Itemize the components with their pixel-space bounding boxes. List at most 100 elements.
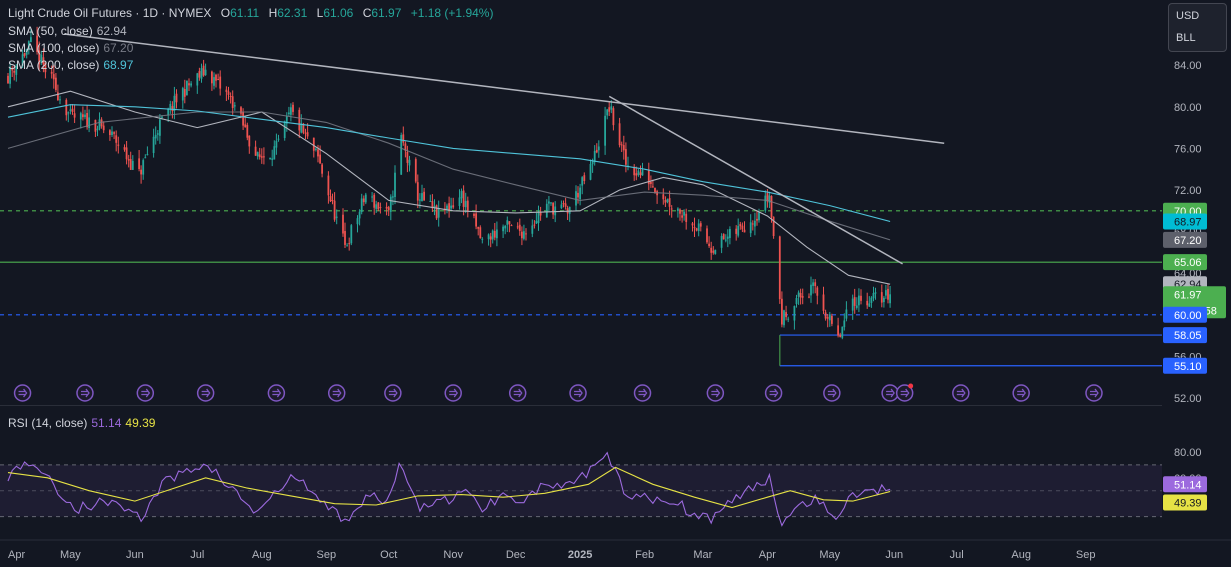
candle-body (458, 197, 461, 206)
event-marker[interactable] (444, 384, 462, 402)
candle-body (416, 182, 419, 201)
candle-body (277, 138, 280, 140)
event-marker[interactable] (823, 384, 841, 402)
price-label-58.05: 58.05 (1174, 330, 1202, 342)
event-marker[interactable] (764, 384, 783, 402)
event-marker[interactable] (1012, 384, 1030, 402)
time-axis-label: Aug (1011, 549, 1031, 561)
candle-body (231, 96, 234, 108)
candle-body (839, 334, 842, 337)
event-marker[interactable] (508, 384, 527, 402)
rsi-label: RSI (14, close) (8, 416, 88, 430)
legend-sma50[interactable]: SMA (50, close) 62.94 (8, 24, 127, 38)
candle-body (785, 312, 787, 318)
candle-body (831, 315, 833, 324)
legend-sma100[interactable]: SMA (100, close) 67.20 (8, 41, 133, 55)
price-tick-label: 76.00 (1174, 143, 1202, 155)
candle-body (319, 154, 321, 164)
candle-body (452, 205, 455, 208)
candle-body (593, 150, 596, 163)
candle-body (799, 293, 802, 298)
candle-body (244, 124, 247, 128)
candle-body (604, 115, 606, 146)
rsi-ma-value: 49.39 (125, 416, 156, 430)
legend-rsi[interactable]: RSI (14, close) 51.14 49.39 (8, 416, 155, 430)
event-marker[interactable] (13, 384, 32, 402)
candle-body (858, 295, 860, 306)
candle-body (650, 181, 652, 184)
candle-body (870, 297, 873, 303)
change-value: +1.18 (+1.94%) (410, 6, 494, 20)
candle-body (154, 134, 157, 139)
candle-body (793, 306, 796, 321)
event-marker[interactable] (633, 384, 652, 402)
candle-body (159, 119, 161, 136)
event-marker[interactable] (569, 384, 587, 402)
candle-body (504, 225, 507, 229)
candle-body (188, 83, 190, 86)
event-marker[interactable] (196, 384, 215, 402)
high-value: 62.31 (277, 6, 308, 20)
candle-body (843, 320, 846, 328)
candle-body (275, 140, 278, 148)
candle-body (100, 119, 103, 127)
event-marker[interactable] (136, 384, 155, 402)
event-marker[interactable] (706, 384, 725, 402)
candle-body (146, 154, 149, 156)
event-marker[interactable] (952, 384, 970, 402)
candle-body (595, 149, 598, 153)
price-label-60.00: 60.00 (1174, 310, 1202, 322)
event-circle (444, 384, 462, 402)
candle-body (102, 125, 105, 131)
candle-body (664, 200, 667, 203)
time-axis-label: Feb (635, 549, 654, 561)
rsi-ma-price-label: 49.39 (1174, 498, 1202, 510)
candle-body (408, 159, 411, 166)
sma100-value: 67.20 (103, 41, 134, 55)
candle-body (258, 154, 261, 158)
event-marker[interactable] (1085, 384, 1103, 402)
candle-body (795, 298, 798, 304)
candle-body (198, 71, 201, 78)
candle-body (435, 205, 438, 219)
candle-body (173, 95, 176, 111)
candle-body (321, 164, 323, 174)
candle-body (641, 170, 644, 176)
candle-body (708, 243, 710, 246)
candle-body (67, 112, 70, 114)
candle-body (69, 109, 72, 111)
candle-body (883, 297, 885, 303)
candle-body (211, 71, 213, 84)
candle-body (764, 195, 767, 211)
candle-body (637, 170, 640, 176)
chart-canvas[interactable]: 52.0056.0060.0064.0068.0072.0076.0080.00… (0, 0, 1231, 567)
time-axis-label: May (819, 549, 840, 561)
candle-body (71, 108, 74, 112)
price-tick-label: 72.00 (1174, 185, 1202, 197)
candle-body (828, 314, 831, 321)
event-circle (508, 384, 527, 402)
candle-body (525, 233, 527, 235)
high-label: H (268, 6, 278, 20)
event-marker[interactable] (384, 384, 402, 402)
event-marker[interactable] (327, 384, 346, 402)
candle-body (73, 113, 76, 118)
candle-body (756, 218, 758, 221)
candle-body (722, 234, 725, 240)
event-marker[interactable] (881, 384, 899, 402)
currency-unit-selector[interactable]: USD BLL (1168, 3, 1227, 52)
legend-sma200[interactable]: SMA (200, close) 68.97 (8, 58, 133, 72)
event-marker[interactable] (267, 384, 286, 402)
event-marker[interactable] (76, 384, 94, 402)
candle-body (298, 109, 301, 131)
candle-body (625, 149, 627, 165)
candle-body (666, 199, 669, 202)
candle-body (608, 107, 611, 112)
candle-body (348, 243, 351, 245)
sma50-label: SMA (50, close) (8, 24, 93, 38)
candle-body (246, 124, 249, 138)
candle-body (379, 207, 382, 208)
candle-body (331, 200, 334, 201)
candle-body (714, 249, 717, 255)
candle-body (86, 113, 88, 128)
